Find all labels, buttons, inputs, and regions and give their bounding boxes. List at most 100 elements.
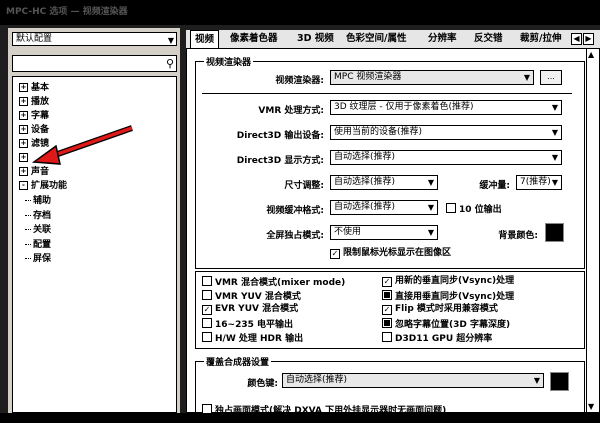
tab-colorspace[interactable]: 色彩空间/属性 <box>342 30 410 48</box>
checkbox-indeterminate-icon[interactable] <box>382 290 392 300</box>
renderer-dropdown[interactable]: MPC 视频渲染器 ▼ <box>330 70 534 85</box>
checkbox-checked-icon[interactable]: ✓ <box>382 277 392 287</box>
checkbox-box[interactable] <box>202 290 212 300</box>
limit-cursor-checkbox[interactable]: ✓ 限制鼠标光标显示在图像区 <box>330 248 451 259</box>
buffer-value: 7(推荐) <box>520 177 551 187</box>
d3d-display-dropdown[interactable]: 自动选择(推荐) ▼ <box>330 150 562 165</box>
option-vmr-yuv-checkbox[interactable]: VMR YUV 混合模式 <box>202 290 301 303</box>
exclusive-mode-checkbox[interactable]: 独占画面模式(解决 DXVA 下用外挂显示器时无画面问题) <box>202 404 446 417</box>
checkbox-box[interactable] <box>202 276 212 286</box>
chevron-down-icon: ▼ <box>551 178 558 187</box>
options-group: VMR 混合模式(mixer mode) VMR YUV 混合模式 ✓ EVR Y… <box>195 271 585 349</box>
background-color-swatch[interactable] <box>545 223 564 242</box>
tenbit-output-label: 10 位输出 <box>459 205 502 215</box>
tree-item-subtitles[interactable]: + 字幕 <box>19 109 49 123</box>
option-label: 忽略字幕位置(3D 字幕深度) <box>395 320 511 330</box>
expand-icon[interactable]: + <box>19 83 28 92</box>
tree-item-association[interactable]: 关联 <box>25 223 51 237</box>
option-vmr-mixer-checkbox[interactable]: VMR 混合模式(mixer mode) <box>202 276 345 289</box>
preset-dropdown[interactable]: 默认配置 ▼ <box>12 32 177 46</box>
fullscreen-dropdown[interactable]: 不使用 ▼ <box>330 225 438 240</box>
expand-icon[interactable]: + <box>19 167 28 176</box>
option-label: D3D11 GPU 超分辨率 <box>395 334 493 344</box>
d3d-device-value: 使用当前的设备(推荐) <box>334 127 423 137</box>
d3d-device-label: Direct3D 输出设备: <box>236 131 324 141</box>
option-label: 直接用垂直同步(Vsync)处理 <box>395 292 515 302</box>
checkbox-box[interactable] <box>202 332 212 342</box>
chevron-down-icon: ▼ <box>551 153 558 162</box>
vmr-mode-label: VMR 处理方式: <box>258 106 324 116</box>
vmr-mode-dropdown[interactable]: 3D 纹理层 - 仅用于像素着色(推荐) ▼ <box>330 100 562 115</box>
tree-item-extensions[interactable]: - 扩展功能 <box>19 179 67 193</box>
expand-icon[interactable]: + <box>19 153 28 162</box>
option-flip-compat-checkbox[interactable]: ✓ Flip 模式时采用兼容模式 <box>382 304 498 315</box>
expand-icon[interactable]: + <box>19 97 28 106</box>
expand-icon[interactable]: + <box>19 125 28 134</box>
option-new-vsync-checkbox[interactable]: ✓ 用新的垂直同步(Vsync)处理 <box>382 276 514 287</box>
tab-3d-video[interactable]: 3D 视频 <box>293 30 338 48</box>
scroll-down-icon[interactable]: ▼ <box>588 402 594 411</box>
checkbox-box[interactable] <box>382 332 392 342</box>
option-16-235-checkbox[interactable]: 16~235 电平输出 <box>202 318 293 331</box>
checkbox-box[interactable] <box>202 318 212 328</box>
option-direct-vsync-checkbox[interactable]: 直接用垂直同步(Vsync)处理 <box>382 290 514 303</box>
renderer-group: 视频渲染器 视频渲染器: MPC 视频渲染器 ▼ ... VMR 处理方式: 3D… <box>195 55 585 269</box>
tab-video[interactable]: 视频 <box>190 30 220 49</box>
tree-item-playback[interactable]: + 播放 <box>19 95 49 109</box>
renderer-label: 视频渲染器: <box>275 76 324 86</box>
video-settings-panel: ▲ ▼ 视频渲染器 视频渲染器: MPC 视频渲染器 ▼ ... VMR 处理方式… <box>186 48 600 423</box>
buffer-dropdown[interactable]: 7(推荐) ▼ <box>516 175 562 190</box>
vertical-scrollbar[interactable]: ▲ ▼ <box>586 49 599 412</box>
option-label: 用新的垂直同步(Vsync)处理 <box>395 276 515 286</box>
tab-crop-stretch[interactable]: 裁剪/拉伸 <box>516 30 565 48</box>
checkbox-checked-icon[interactable]: ✓ <box>202 305 212 315</box>
option-label: Flip 模式时采用兼容模式 <box>395 304 498 314</box>
checkbox-indeterminate-icon[interactable] <box>382 318 392 328</box>
option-label: VMR YUV 混合模式 <box>215 292 301 302</box>
tree-item-label: 屏保 <box>33 254 52 264</box>
d3d-device-dropdown[interactable]: 使用当前的设备(推荐) ▼ <box>330 125 562 140</box>
chevron-down-icon: ▼ <box>427 228 434 237</box>
option-label: VMR 混合模式(mixer mode) <box>215 278 346 288</box>
option-evr-yuv-checkbox[interactable]: ✓ EVR YUV 混合模式 <box>202 304 298 315</box>
expand-icon[interactable]: + <box>19 111 28 120</box>
tree-item-screensaver[interactable]: 屏保 <box>25 252 51 266</box>
color-key-swatch[interactable] <box>550 372 569 391</box>
renderer-settings-button[interactable]: ... <box>540 70 562 85</box>
color-key-dropdown[interactable]: 自动选择(推荐) ▼ <box>282 373 544 388</box>
tab-scroll-right-icon[interactable]: ▶ <box>583 33 594 45</box>
option-hdr-checkbox[interactable]: H/W 处理 HDR 输出 <box>202 332 303 345</box>
window-title: MPC-HC 选项 — 视频渲染器 <box>6 7 128 17</box>
tab-pixel-shaders[interactable]: 像素着色器 <box>226 30 282 48</box>
tab-resolution[interactable]: 分辨率 <box>424 30 461 48</box>
surface-format-dropdown[interactable]: 自动选择(推荐) ▼ <box>330 200 438 215</box>
tree-item-label: 关联 <box>33 225 52 235</box>
tree-item-label: 字幕 <box>31 111 50 121</box>
expand-icon[interactable]: + <box>19 139 28 148</box>
overlay-group: 覆盖合成器设置 颜色键: 自动选择(推荐) ▼ 独占画面模式(解决 DXVA 下用… <box>195 355 585 423</box>
checkbox-checked-icon[interactable]: ✓ <box>382 305 392 315</box>
chevron-down-icon: ▼ <box>167 36 174 45</box>
tab-scroll-left-icon[interactable]: ◀ <box>571 33 582 45</box>
checkbox-checked-icon[interactable]: ✓ <box>330 249 340 259</box>
option-d3d11-superres-checkbox[interactable]: D3D11 GPU 超分辨率 <box>382 332 492 345</box>
tenbit-output-checkbox[interactable]: 10 位输出 <box>446 203 502 216</box>
tab-deinterlace[interactable]: 反交错 <box>470 30 507 48</box>
search-input[interactable]: ⚲ <box>12 55 177 72</box>
resize-label: 尺寸调整: <box>284 181 324 191</box>
tree-item-assist[interactable]: 辅助 <box>25 194 51 208</box>
chevron-down-icon: ▼ <box>551 128 558 137</box>
option-label: H/W 处理 HDR 输出 <box>215 334 304 344</box>
tree-item-archive[interactable]: 存档 <box>25 209 51 223</box>
tree-item-label: 存档 <box>33 211 52 221</box>
checkbox-box[interactable] <box>446 203 456 213</box>
collapse-icon[interactable]: - <box>19 181 28 190</box>
color-key-label: 颜色键: <box>247 379 278 389</box>
tree-item-label: 辅助 <box>33 196 52 206</box>
tree-item-basic[interactable]: + 基本 <box>19 81 49 95</box>
fullscreen-label: 全屏独占模式: <box>266 231 324 241</box>
scroll-up-icon[interactable]: ▲ <box>588 50 594 59</box>
option-subtitle-depth-checkbox[interactable]: 忽略字幕位置(3D 字幕深度) <box>382 318 510 331</box>
tree-item-config[interactable]: 配置 <box>25 238 51 252</box>
resize-dropdown[interactable]: 自动选择(推荐) ▼ <box>330 175 438 190</box>
